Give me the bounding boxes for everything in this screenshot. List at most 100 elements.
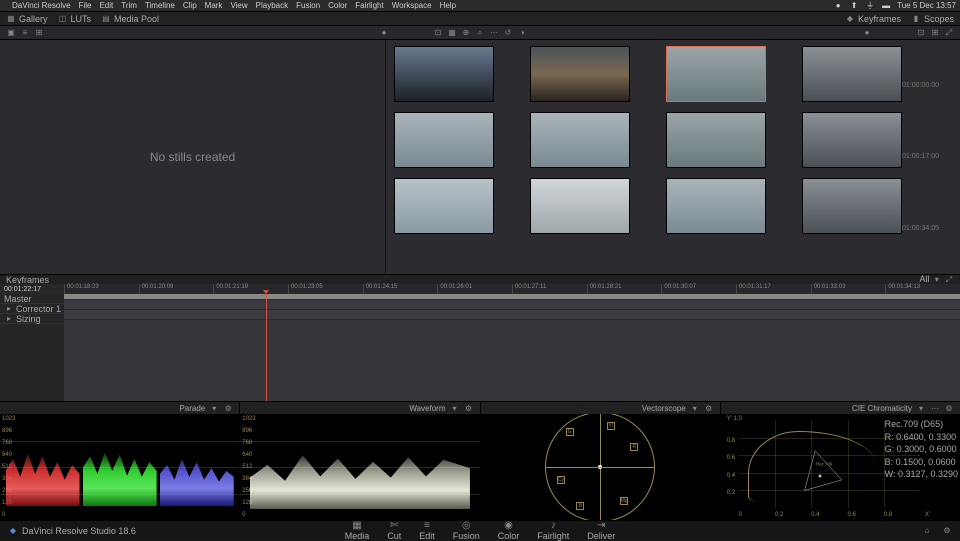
clip-thumb[interactable]: [802, 46, 902, 102]
luts-toggle[interactable]: ◫LUTs: [58, 14, 92, 24]
settings-icon[interactable]: ⚙: [944, 403, 954, 413]
menu-help[interactable]: Help: [440, 1, 456, 10]
ruler-tick: 00:01:31:17: [736, 284, 811, 294]
clip-thumb[interactable]: [394, 46, 494, 102]
clip-thumb-selected[interactable]: [666, 46, 766, 102]
reset-icon[interactable]: ↺: [503, 28, 513, 38]
clip-thumb[interactable]: [666, 178, 766, 234]
scope-title[interactable]: Vectorscope: [642, 404, 686, 413]
resolve-logo-icon[interactable]: ◆: [8, 526, 18, 536]
slider-dot-icon[interactable]: ●: [379, 28, 389, 38]
mediapool-toggle[interactable]: ▤Media Pool: [101, 14, 159, 24]
settings-icon[interactable]: ⚙: [223, 403, 233, 413]
keyframe-body[interactable]: [64, 294, 960, 401]
status-icon[interactable]: ●: [833, 1, 843, 11]
keyframes-ruler[interactable]: 00:01:22:17 00:01:18:23 00:01:20:09 00:0…: [0, 284, 960, 294]
svg-text:Rec.709: Rec.709: [816, 462, 833, 467]
menu-playback[interactable]: Playback: [256, 1, 288, 10]
home-icon[interactable]: ⌂: [922, 526, 932, 536]
app-name[interactable]: DaVinci Resolve: [12, 1, 71, 10]
chevron-down-icon[interactable]: ▾: [209, 403, 219, 413]
page-fairlight[interactable]: ♪Fairlight: [537, 520, 569, 541]
keyframe-track-labels: Master ▸Corrector 1 ▸Sizing: [0, 294, 64, 401]
settings-icon[interactable]: ⚙: [464, 403, 474, 413]
status-icon[interactable]: ⬆: [849, 1, 859, 11]
target-b: B: [576, 502, 584, 510]
menu-file[interactable]: File: [79, 1, 92, 10]
scope-title[interactable]: Waveform: [409, 404, 445, 413]
tool-icon[interactable]: ◑: [517, 28, 527, 38]
clip-thumb[interactable]: [394, 178, 494, 234]
wifi-icon[interactable]: ⏚: [865, 1, 875, 11]
parade-red: [6, 447, 80, 506]
clip-thumb[interactable]: [802, 178, 902, 234]
menu-mark[interactable]: Mark: [205, 1, 223, 10]
clip-thumb[interactable]: [802, 112, 902, 168]
page-media[interactable]: ▦Media: [345, 520, 370, 541]
view-icon[interactable]: ⊡: [433, 28, 443, 38]
tool-icon[interactable]: ⊞: [34, 28, 44, 38]
tool-icon[interactable]: ≡: [20, 28, 30, 38]
view-icon[interactable]: ▦: [447, 28, 457, 38]
gallery-icon: ▦: [6, 14, 16, 24]
track-label[interactable]: Master: [0, 294, 64, 304]
view-icon[interactable]: ⊕: [461, 28, 471, 38]
menu-timeline[interactable]: Timeline: [145, 1, 175, 10]
ruler-tick: 00:01:21:19: [213, 284, 288, 294]
slider-dot-icon[interactable]: ●: [862, 28, 872, 38]
gallery-toggle[interactable]: ▦Gallery: [6, 14, 48, 24]
clip-thumb[interactable]: [394, 112, 494, 168]
playhead[interactable]: [266, 294, 267, 401]
scope-waveform: Waveform▾⚙ 10238967686405123842561280: [240, 402, 480, 520]
project-settings-icon[interactable]: ⚙: [942, 526, 952, 536]
view-icon[interactable]: ⊡: [916, 28, 926, 38]
scope-title[interactable]: Parade: [179, 404, 205, 413]
settings-icon[interactable]: ⚙: [704, 403, 714, 413]
menu-color[interactable]: Color: [328, 1, 347, 10]
page-color[interactable]: ◉Color: [498, 520, 520, 541]
menu-fairlight[interactable]: Fairlight: [355, 1, 383, 10]
chevron-down-icon[interactable]: ▾: [450, 403, 460, 413]
vectorscope-trace: [598, 465, 602, 469]
menu-clip[interactable]: Clip: [183, 1, 197, 10]
tool-icon[interactable]: ▣: [6, 28, 16, 38]
more-icon[interactable]: ⋯: [489, 28, 499, 38]
battery-icon[interactable]: ▬: [881, 1, 891, 11]
chevron-down-icon[interactable]: ▾: [932, 275, 942, 285]
clip-thumb[interactable]: [530, 178, 630, 234]
menu-view[interactable]: View: [230, 1, 247, 10]
chevron-right-icon[interactable]: ▸: [4, 304, 14, 314]
clip-thumb[interactable]: [530, 46, 630, 102]
cie-gamut-triangle: Rec.709: [775, 446, 875, 494]
page-fusion[interactable]: ◎Fusion: [453, 520, 480, 541]
view-icon[interactable]: ⌕: [475, 28, 485, 38]
luts-icon: ◫: [58, 14, 68, 24]
track-label[interactable]: ▸Corrector 1: [0, 304, 64, 314]
page-deliver[interactable]: ⇥Deliver: [587, 520, 615, 541]
menu-workspace[interactable]: Workspace: [392, 1, 432, 10]
keyframes-filter[interactable]: All: [920, 274, 930, 284]
clock[interactable]: Tue 5 Dec 13:57: [897, 1, 956, 10]
parade-blue: [160, 447, 234, 506]
row-timecode: 01:00:17:00: [902, 153, 942, 160]
chevron-down-icon[interactable]: ▾: [690, 403, 700, 413]
more-icon[interactable]: ⋯: [930, 403, 940, 413]
page-cut[interactable]: ✄Cut: [387, 520, 401, 541]
clip-thumb[interactable]: [666, 112, 766, 168]
page-edit[interactable]: ≡Edit: [419, 520, 435, 541]
clip-thumb[interactable]: [530, 112, 630, 168]
edit-icon: ≡: [422, 520, 432, 530]
menu-fusion[interactable]: Fusion: [296, 1, 320, 10]
chevron-right-icon[interactable]: ▸: [4, 314, 14, 324]
keyframes-panel: 00:01:22:17 00:01:18:23 00:01:20:09 00:0…: [0, 284, 960, 402]
expand-icon[interactable]: ⤢: [944, 28, 954, 38]
scopes-toggle[interactable]: ▮Scopes: [911, 14, 954, 24]
track-row: [64, 310, 960, 320]
menu-edit[interactable]: Edit: [99, 1, 113, 10]
track-label[interactable]: ▸Sizing: [0, 314, 64, 324]
scope-title[interactable]: CIE Chromaticity: [852, 404, 912, 413]
menu-trim[interactable]: Trim: [121, 1, 137, 10]
view-icon[interactable]: ⊞: [930, 28, 940, 38]
keyframes-toggle[interactable]: ◆Keyframes: [845, 14, 901, 24]
chevron-down-icon[interactable]: ▾: [916, 403, 926, 413]
